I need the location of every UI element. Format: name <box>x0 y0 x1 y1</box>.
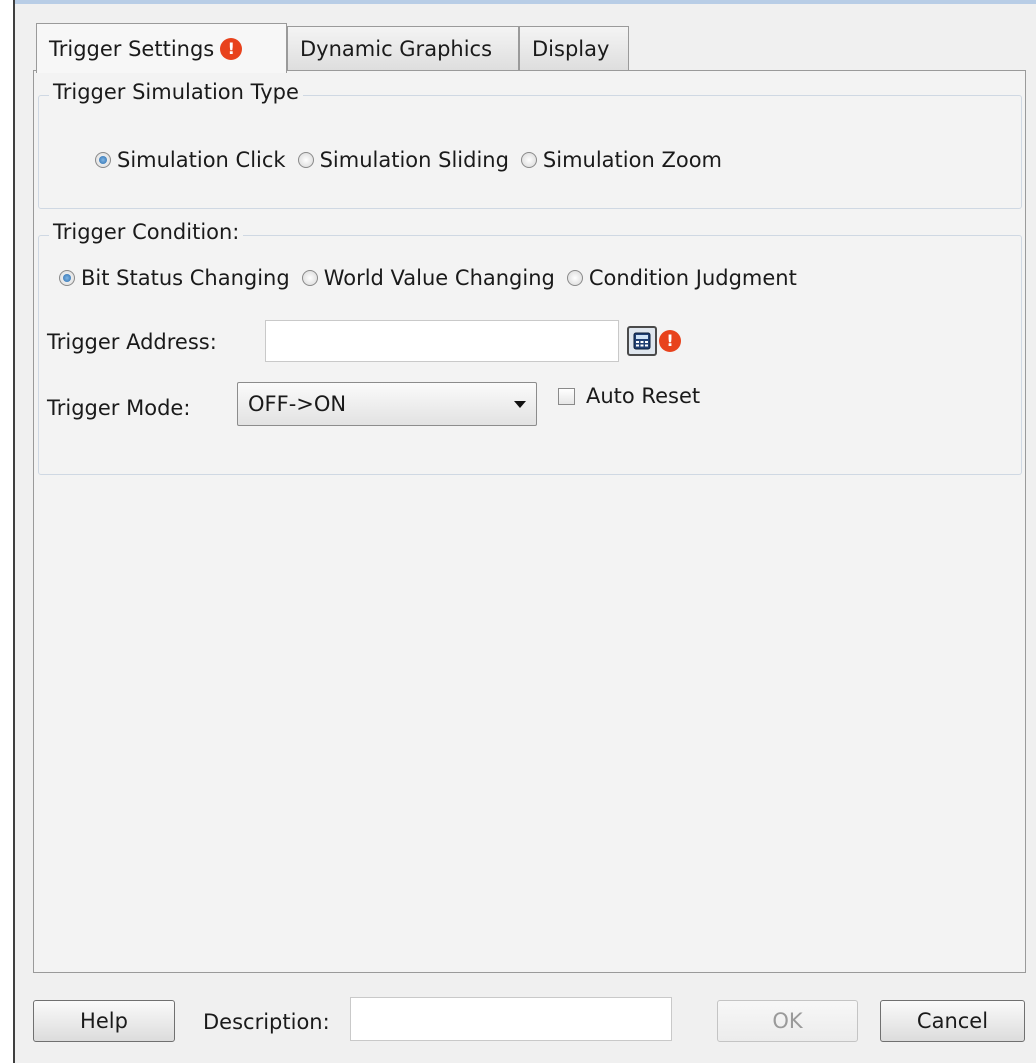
tab-label: Dynamic Graphics <box>300 36 493 61</box>
radio-button[interactable] <box>301 270 318 286</box>
chevron-down-icon <box>514 401 526 408</box>
description-label: Description: <box>203 1010 330 1034</box>
tab-label: Display <box>532 36 610 61</box>
radio-label: Simulation Sliding <box>319 148 509 172</box>
radio-button[interactable] <box>520 152 537 168</box>
trigger-mode-select[interactable]: OFF->ON <box>237 382 537 426</box>
radio-label: Condition Judgment <box>588 266 797 290</box>
tab-label: Trigger Settings <box>49 36 215 61</box>
group-title: Trigger Simulation Type <box>49 80 303 104</box>
radio-button[interactable] <box>566 270 583 286</box>
radio-label: Bit Status Changing <box>81 266 290 290</box>
warning-icon: ! <box>659 330 681 352</box>
radio-world-value-changing[interactable]: World Value Changing <box>301 266 555 290</box>
trigger-condition-options: Bit Status Changing World Value Changing… <box>59 266 809 290</box>
trigger-condition-group: Trigger Condition: Bit Status Changing W… <box>38 220 1022 475</box>
radio-button[interactable] <box>297 152 314 168</box>
description-input[interactable] <box>350 997 672 1041</box>
radio-condition-judgment[interactable]: Condition Judgment <box>566 266 797 290</box>
help-button[interactable]: Help <box>33 1000 175 1042</box>
cancel-button-label: Cancel <box>916 1009 989 1033</box>
tab-display[interactable]: Display <box>519 26 629 70</box>
tab-dynamic-graphics[interactable]: Dynamic Graphics <box>287 26 519 70</box>
trigger-address-input[interactable] <box>265 320 619 362</box>
cancel-button[interactable]: Cancel <box>880 1000 1025 1042</box>
radio-label: World Value Changing <box>323 266 555 290</box>
calculator-icon[interactable] <box>627 326 657 356</box>
radio-label: Simulation Click <box>117 148 286 172</box>
radio-simulation-click[interactable]: Simulation Click <box>95 148 286 172</box>
trigger-address-label: Trigger Address: <box>47 330 217 354</box>
trigger-mode-value: OFF->ON <box>248 392 347 416</box>
radio-label: Simulation Zoom <box>542 148 722 172</box>
radio-bit-status-changing[interactable]: Bit Status Changing <box>59 266 290 290</box>
tab-panel-trigger-settings: Trigger Simulation Type Simulation Click… <box>33 70 1026 973</box>
auto-reset-checkbox[interactable] <box>558 388 575 405</box>
auto-reset-label: Auto Reset <box>586 384 701 408</box>
help-button-label: Help <box>80 1009 128 1033</box>
warning-icon: ! <box>220 37 243 60</box>
trigger-mode-label: Trigger Mode: <box>47 396 191 420</box>
trigger-simulation-type-group: Trigger Simulation Type Simulation Click… <box>38 80 1022 209</box>
window-top-border <box>15 0 1036 4</box>
radio-simulation-sliding[interactable]: Simulation Sliding <box>297 148 509 172</box>
simulation-type-options: Simulation Click Simulation Sliding Simu… <box>95 148 734 172</box>
radio-button[interactable] <box>59 270 75 286</box>
ok-button[interactable]: OK <box>717 1000 858 1042</box>
radio-simulation-zoom[interactable]: Simulation Zoom <box>520 148 722 172</box>
group-title: Trigger Condition: <box>49 220 244 244</box>
radio-button[interactable] <box>95 152 111 168</box>
ok-button-label: OK <box>772 1009 803 1033</box>
tab-trigger-settings[interactable]: Trigger Settings ! <box>36 23 287 73</box>
window-left-margin <box>0 0 14 1063</box>
